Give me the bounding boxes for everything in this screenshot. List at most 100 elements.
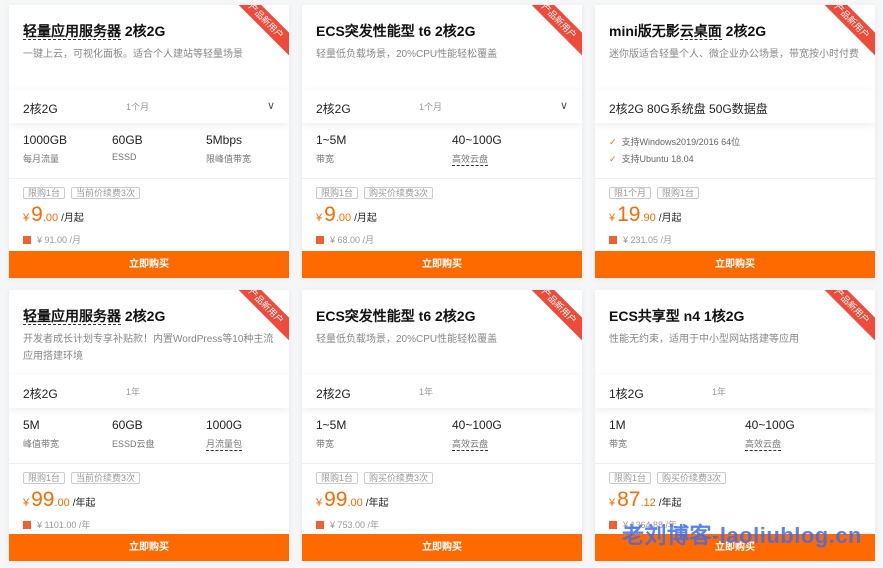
limit-tag: 限购1台 — [23, 472, 66, 484]
watermark: 老刘博客-laoliublog.cn — [622, 523, 862, 548]
spec-item-label: ESSD云盘 — [112, 439, 155, 449]
card-description: 一键上云，可视化面板。适合个人建站等轻量场景 — [23, 49, 243, 60]
spec-item: 60GB ESSD — [112, 133, 143, 165]
spec-selector[interactable]: 2核2G 1年 — [9, 375, 289, 408]
spec-item-label: ESSD — [112, 152, 137, 162]
spec-item-label: 峰值带宽 — [23, 439, 60, 449]
price-decimal: .00 — [347, 497, 363, 509]
spec-value: 2核2G 80G系统盘 50G数据盘 — [609, 102, 768, 116]
title-part[interactable]: 云桌面 — [679, 23, 722, 40]
title-part[interactable]: 轻量应用服务器 — [23, 308, 121, 325]
limit-tag: 限购1台 — [316, 472, 359, 484]
price: ¥19.90/月起 — [609, 203, 682, 227]
chevron-down-icon[interactable]: ∨ — [267, 99, 275, 112]
price-unit: /年起 — [72, 498, 96, 509]
divider — [9, 463, 289, 464]
tag-list: 限购1台 当前价续费3次 — [23, 472, 141, 484]
spec-list: 1~5M 带宽 40~100G 高效云盘 — [302, 418, 582, 462]
product-card: mini版无影云桌面 2核2G 产品新用户 迷你版适合轻量个人、微企业办公场景，带宽… — [595, 5, 875, 278]
price-decimal: .00 — [335, 212, 352, 224]
spec-item: 5Mbps 限峰值带宽 — [206, 133, 251, 167]
price-integer: 99 — [324, 488, 348, 511]
spec-selector[interactable]: 2核2G 1个月 ∨ — [9, 90, 289, 123]
card-description: 轻量低负载场景，20%CPU性能轻松覆盖 — [316, 334, 498, 345]
buy-now-button[interactable]: 立即购买 — [302, 534, 582, 561]
spec-item-value: 1~5M — [316, 418, 347, 432]
feature-item: ✓ 支持Ubuntu 18.04 — [609, 152, 740, 169]
spec-item-value: 40~100G — [452, 133, 502, 147]
original-price-text: ¥ 91.00 /月 — [37, 235, 82, 245]
buy-now-button[interactable]: 立即购买 — [302, 251, 582, 278]
chevron-down-icon[interactable]: ∨ — [560, 99, 568, 112]
buy-now-button[interactable]: 立即购买 — [595, 251, 875, 278]
limit-tag: 限1个月 — [609, 187, 652, 199]
spec-item-label[interactable]: 高效云盘 — [745, 437, 782, 451]
price-currency: ¥ — [316, 497, 323, 509]
card-title: ECS突发性能型 t6 2核2G — [316, 306, 475, 326]
spec-item: 40~100G 高效云盘 — [452, 418, 502, 452]
period-value: 1年 — [712, 387, 727, 397]
spec-selector[interactable]: 1核2G 1年 — [595, 375, 875, 408]
tag-list: 限购1台 购买价续费3次 — [316, 472, 434, 484]
price: ¥99.00/年起 — [316, 488, 389, 512]
spec-item-value: 40~100G — [452, 418, 502, 432]
feature-item: ✓ 支持Windows2019/2016 64位 — [609, 135, 740, 152]
check-icon: ✓ — [609, 137, 617, 147]
title-part: 2核2G — [121, 23, 166, 39]
limit-tag: 购买价续费3次 — [657, 472, 727, 484]
product-card: ECS突发性能型 t6 2核2G 产品新用户 轻量低负载场景，20%CPU性能轻松覆… — [302, 290, 582, 561]
discount-badge-icon — [609, 235, 617, 244]
spec-value: 2核2G — [316, 387, 351, 401]
spec-item-value: 5M — [23, 418, 40, 432]
title-part: ECS共享型 n4 1核2G — [609, 308, 745, 324]
original-price: ¥ 91.00 /月 — [23, 233, 81, 246]
spec-item-label[interactable]: 月流量包 — [206, 437, 243, 451]
price-currency: ¥ — [23, 497, 30, 509]
spec-list: 1M 带宽 40~100G 高效云盘 — [595, 418, 875, 462]
period-value: 1年 — [419, 387, 434, 397]
spec-item-label: 每月流量 — [23, 154, 60, 164]
card-title: 轻量应用服务器 2核2G — [23, 21, 165, 41]
title-part: 2核2G — [121, 308, 166, 324]
title-part: ECS突发性能型 t6 2核2G — [316, 23, 476, 39]
discount-badge-icon — [23, 235, 31, 244]
tag-list: 限购1台 购买价续费3次 — [609, 472, 727, 484]
price-decimal: .12 — [640, 497, 656, 509]
spec-item: 1~5M 带宽 — [316, 418, 346, 452]
spec-selector[interactable]: 2核2G 1个月 ∨ — [302, 90, 582, 123]
price-decimal: .90 — [640, 212, 656, 224]
spec-item-value: 1~5M — [316, 133, 347, 147]
spec-value: 2核2G — [316, 102, 351, 116]
price: ¥9.00/月起 — [316, 203, 377, 227]
spec-item: 40~100G 高效云盘 — [452, 133, 502, 167]
price-decimal: .00 — [42, 212, 59, 224]
title-part: 2核2G — [721, 23, 767, 39]
price-currency: ¥ — [609, 497, 616, 509]
product-card: ECS突发性能型 t6 2核2G 产品新用户 轻量低负载场景，20%CPU性能轻松覆… — [302, 5, 582, 278]
card-title: 轻量应用服务器 2核2G — [23, 306, 165, 326]
spec-selector[interactable]: 2核2G 80G系统盘 50G数据盘 — [595, 90, 875, 123]
title-part[interactable]: 轻量应用服务器 — [23, 23, 121, 40]
period-value: 1个月 — [126, 102, 150, 112]
spec-item-label: 带宽 — [316, 439, 335, 449]
card-title: mini版无影云桌面 2核2G — [609, 21, 766, 41]
original-price: ¥ 753.00 /年 — [316, 518, 379, 531]
price-currency: ¥ — [316, 212, 323, 224]
card-description: 开发者成长计划专享补贴款！内置WordPress等10种主流应用搭建环境 — [23, 334, 274, 362]
buy-now-button[interactable]: 立即购买 — [9, 534, 289, 561]
spec-selector[interactable]: 2核2G 1年 — [302, 375, 582, 408]
price-unit: /年起 — [658, 498, 682, 509]
original-price: ¥ 1101.00 /年 — [23, 518, 90, 531]
price-unit: /月起 — [61, 213, 84, 224]
price-integer: 99 — [31, 488, 55, 511]
divider — [302, 178, 582, 179]
spec-item-label[interactable]: 高效云盘 — [452, 437, 489, 451]
limit-tag: 限购1台 — [609, 472, 652, 484]
price-unit: /年起 — [365, 498, 389, 509]
spec-item-label[interactable]: 高效云盘 — [452, 152, 489, 166]
discount-badge-icon — [609, 520, 617, 529]
limit-tag: 购买价续费3次 — [364, 187, 434, 199]
buy-now-button[interactable]: 立即购买 — [9, 251, 289, 278]
spec-item: 60GB ESSD云盘 — [112, 418, 155, 452]
divider — [595, 463, 875, 464]
